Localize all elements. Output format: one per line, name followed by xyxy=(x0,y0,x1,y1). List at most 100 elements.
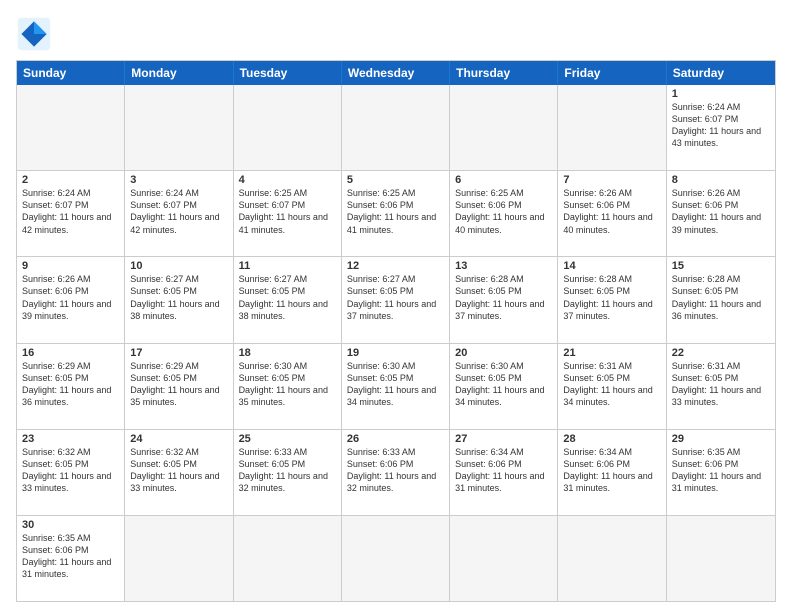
day-number: 13 xyxy=(455,260,552,272)
cell-info: Sunrise: 6:26 AM Sunset: 6:06 PM Dayligh… xyxy=(672,187,770,236)
calendar-cell: 7Sunrise: 6:26 AM Sunset: 6:06 PM Daylig… xyxy=(558,171,666,256)
calendar-cell xyxy=(667,516,775,601)
calendar-cell: 10Sunrise: 6:27 AM Sunset: 6:05 PM Dayli… xyxy=(125,257,233,342)
cell-info: Sunrise: 6:35 AM Sunset: 6:06 PM Dayligh… xyxy=(22,532,119,581)
cell-info: Sunrise: 6:28 AM Sunset: 6:05 PM Dayligh… xyxy=(563,273,660,322)
day-number: 4 xyxy=(239,174,336,186)
cell-info: Sunrise: 6:34 AM Sunset: 6:06 PM Dayligh… xyxy=(563,446,660,495)
day-number: 14 xyxy=(563,260,660,272)
day-number: 30 xyxy=(22,519,119,531)
day-number: 28 xyxy=(563,433,660,445)
day-number: 29 xyxy=(672,433,770,445)
day-number: 11 xyxy=(239,260,336,272)
calendar-cell: 13Sunrise: 6:28 AM Sunset: 6:05 PM Dayli… xyxy=(450,257,558,342)
calendar-cell: 19Sunrise: 6:30 AM Sunset: 6:05 PM Dayli… xyxy=(342,344,450,429)
calendar-cell: 22Sunrise: 6:31 AM Sunset: 6:05 PM Dayli… xyxy=(667,344,775,429)
calendar-header: SundayMondayTuesdayWednesdayThursdayFrid… xyxy=(17,61,775,85)
calendar-cell: 9Sunrise: 6:26 AM Sunset: 6:06 PM Daylig… xyxy=(17,257,125,342)
calendar-cell: 17Sunrise: 6:29 AM Sunset: 6:05 PM Dayli… xyxy=(125,344,233,429)
calendar-cell: 3Sunrise: 6:24 AM Sunset: 6:07 PM Daylig… xyxy=(125,171,233,256)
cell-info: Sunrise: 6:28 AM Sunset: 6:05 PM Dayligh… xyxy=(455,273,552,322)
cell-info: Sunrise: 6:27 AM Sunset: 6:05 PM Dayligh… xyxy=(347,273,444,322)
header-day-thursday: Thursday xyxy=(450,61,558,85)
day-number: 7 xyxy=(563,174,660,186)
calendar-cell: 11Sunrise: 6:27 AM Sunset: 6:05 PM Dayli… xyxy=(234,257,342,342)
calendar-row-4: 23Sunrise: 6:32 AM Sunset: 6:05 PM Dayli… xyxy=(17,429,775,515)
day-number: 12 xyxy=(347,260,444,272)
header-day-sunday: Sunday xyxy=(17,61,125,85)
cell-info: Sunrise: 6:25 AM Sunset: 6:06 PM Dayligh… xyxy=(455,187,552,236)
cell-info: Sunrise: 6:26 AM Sunset: 6:06 PM Dayligh… xyxy=(22,273,119,322)
calendar-cell: 4Sunrise: 6:25 AM Sunset: 6:07 PM Daylig… xyxy=(234,171,342,256)
day-number: 24 xyxy=(130,433,227,445)
calendar-cell: 2Sunrise: 6:24 AM Sunset: 6:07 PM Daylig… xyxy=(17,171,125,256)
day-number: 6 xyxy=(455,174,552,186)
cell-info: Sunrise: 6:24 AM Sunset: 6:07 PM Dayligh… xyxy=(672,101,770,150)
cell-info: Sunrise: 6:35 AM Sunset: 6:06 PM Dayligh… xyxy=(672,446,770,495)
header-day-friday: Friday xyxy=(558,61,666,85)
calendar-cell: 29Sunrise: 6:35 AM Sunset: 6:06 PM Dayli… xyxy=(667,430,775,515)
cell-info: Sunrise: 6:32 AM Sunset: 6:05 PM Dayligh… xyxy=(22,446,119,495)
day-number: 10 xyxy=(130,260,227,272)
header-day-tuesday: Tuesday xyxy=(234,61,342,85)
calendar-cell: 16Sunrise: 6:29 AM Sunset: 6:05 PM Dayli… xyxy=(17,344,125,429)
day-number: 18 xyxy=(239,347,336,359)
cell-info: Sunrise: 6:26 AM Sunset: 6:06 PM Dayligh… xyxy=(563,187,660,236)
calendar-cell: 15Sunrise: 6:28 AM Sunset: 6:05 PM Dayli… xyxy=(667,257,775,342)
cell-info: Sunrise: 6:30 AM Sunset: 6:05 PM Dayligh… xyxy=(239,360,336,409)
cell-info: Sunrise: 6:27 AM Sunset: 6:05 PM Dayligh… xyxy=(130,273,227,322)
cell-info: Sunrise: 6:34 AM Sunset: 6:06 PM Dayligh… xyxy=(455,446,552,495)
calendar-row-2: 9Sunrise: 6:26 AM Sunset: 6:06 PM Daylig… xyxy=(17,256,775,342)
calendar-cell xyxy=(125,85,233,170)
calendar-cell: 25Sunrise: 6:33 AM Sunset: 6:05 PM Dayli… xyxy=(234,430,342,515)
calendar-cell: 14Sunrise: 6:28 AM Sunset: 6:05 PM Dayli… xyxy=(558,257,666,342)
header xyxy=(16,16,776,52)
calendar-cell: 1Sunrise: 6:24 AM Sunset: 6:07 PM Daylig… xyxy=(667,85,775,170)
day-number: 27 xyxy=(455,433,552,445)
cell-info: Sunrise: 6:33 AM Sunset: 6:05 PM Dayligh… xyxy=(239,446,336,495)
cell-info: Sunrise: 6:30 AM Sunset: 6:05 PM Dayligh… xyxy=(455,360,552,409)
day-number: 16 xyxy=(22,347,119,359)
day-number: 21 xyxy=(563,347,660,359)
calendar-cell xyxy=(234,85,342,170)
calendar-cell: 20Sunrise: 6:30 AM Sunset: 6:05 PM Dayli… xyxy=(450,344,558,429)
cell-info: Sunrise: 6:31 AM Sunset: 6:05 PM Dayligh… xyxy=(563,360,660,409)
logo xyxy=(16,16,56,52)
day-number: 3 xyxy=(130,174,227,186)
calendar-cell: 12Sunrise: 6:27 AM Sunset: 6:05 PM Dayli… xyxy=(342,257,450,342)
cell-info: Sunrise: 6:25 AM Sunset: 6:06 PM Dayligh… xyxy=(347,187,444,236)
calendar-cell: 8Sunrise: 6:26 AM Sunset: 6:06 PM Daylig… xyxy=(667,171,775,256)
cell-info: Sunrise: 6:33 AM Sunset: 6:06 PM Dayligh… xyxy=(347,446,444,495)
day-number: 5 xyxy=(347,174,444,186)
cell-info: Sunrise: 6:27 AM Sunset: 6:05 PM Dayligh… xyxy=(239,273,336,322)
calendar-cell xyxy=(17,85,125,170)
calendar-cell xyxy=(342,85,450,170)
calendar-cell xyxy=(450,516,558,601)
calendar-cell: 24Sunrise: 6:32 AM Sunset: 6:05 PM Dayli… xyxy=(125,430,233,515)
day-number: 23 xyxy=(22,433,119,445)
cell-info: Sunrise: 6:30 AM Sunset: 6:05 PM Dayligh… xyxy=(347,360,444,409)
calendar-row-3: 16Sunrise: 6:29 AM Sunset: 6:05 PM Dayli… xyxy=(17,343,775,429)
day-number: 25 xyxy=(239,433,336,445)
page: SundayMondayTuesdayWednesdayThursdayFrid… xyxy=(0,0,792,612)
calendar-cell xyxy=(558,85,666,170)
calendar-cell xyxy=(558,516,666,601)
day-number: 15 xyxy=(672,260,770,272)
calendar-cell: 27Sunrise: 6:34 AM Sunset: 6:06 PM Dayli… xyxy=(450,430,558,515)
day-number: 22 xyxy=(672,347,770,359)
day-number: 2 xyxy=(22,174,119,186)
cell-info: Sunrise: 6:25 AM Sunset: 6:07 PM Dayligh… xyxy=(239,187,336,236)
cell-info: Sunrise: 6:24 AM Sunset: 6:07 PM Dayligh… xyxy=(22,187,119,236)
calendar-cell: 30Sunrise: 6:35 AM Sunset: 6:06 PM Dayli… xyxy=(17,516,125,601)
day-number: 20 xyxy=(455,347,552,359)
calendar-cell: 6Sunrise: 6:25 AM Sunset: 6:06 PM Daylig… xyxy=(450,171,558,256)
calendar: SundayMondayTuesdayWednesdayThursdayFrid… xyxy=(16,60,776,602)
cell-info: Sunrise: 6:24 AM Sunset: 6:07 PM Dayligh… xyxy=(130,187,227,236)
calendar-cell: 21Sunrise: 6:31 AM Sunset: 6:05 PM Dayli… xyxy=(558,344,666,429)
cell-info: Sunrise: 6:31 AM Sunset: 6:05 PM Dayligh… xyxy=(672,360,770,409)
calendar-cell: 28Sunrise: 6:34 AM Sunset: 6:06 PM Dayli… xyxy=(558,430,666,515)
cell-info: Sunrise: 6:29 AM Sunset: 6:05 PM Dayligh… xyxy=(22,360,119,409)
header-day-wednesday: Wednesday xyxy=(342,61,450,85)
day-number: 1 xyxy=(672,88,770,100)
day-number: 17 xyxy=(130,347,227,359)
